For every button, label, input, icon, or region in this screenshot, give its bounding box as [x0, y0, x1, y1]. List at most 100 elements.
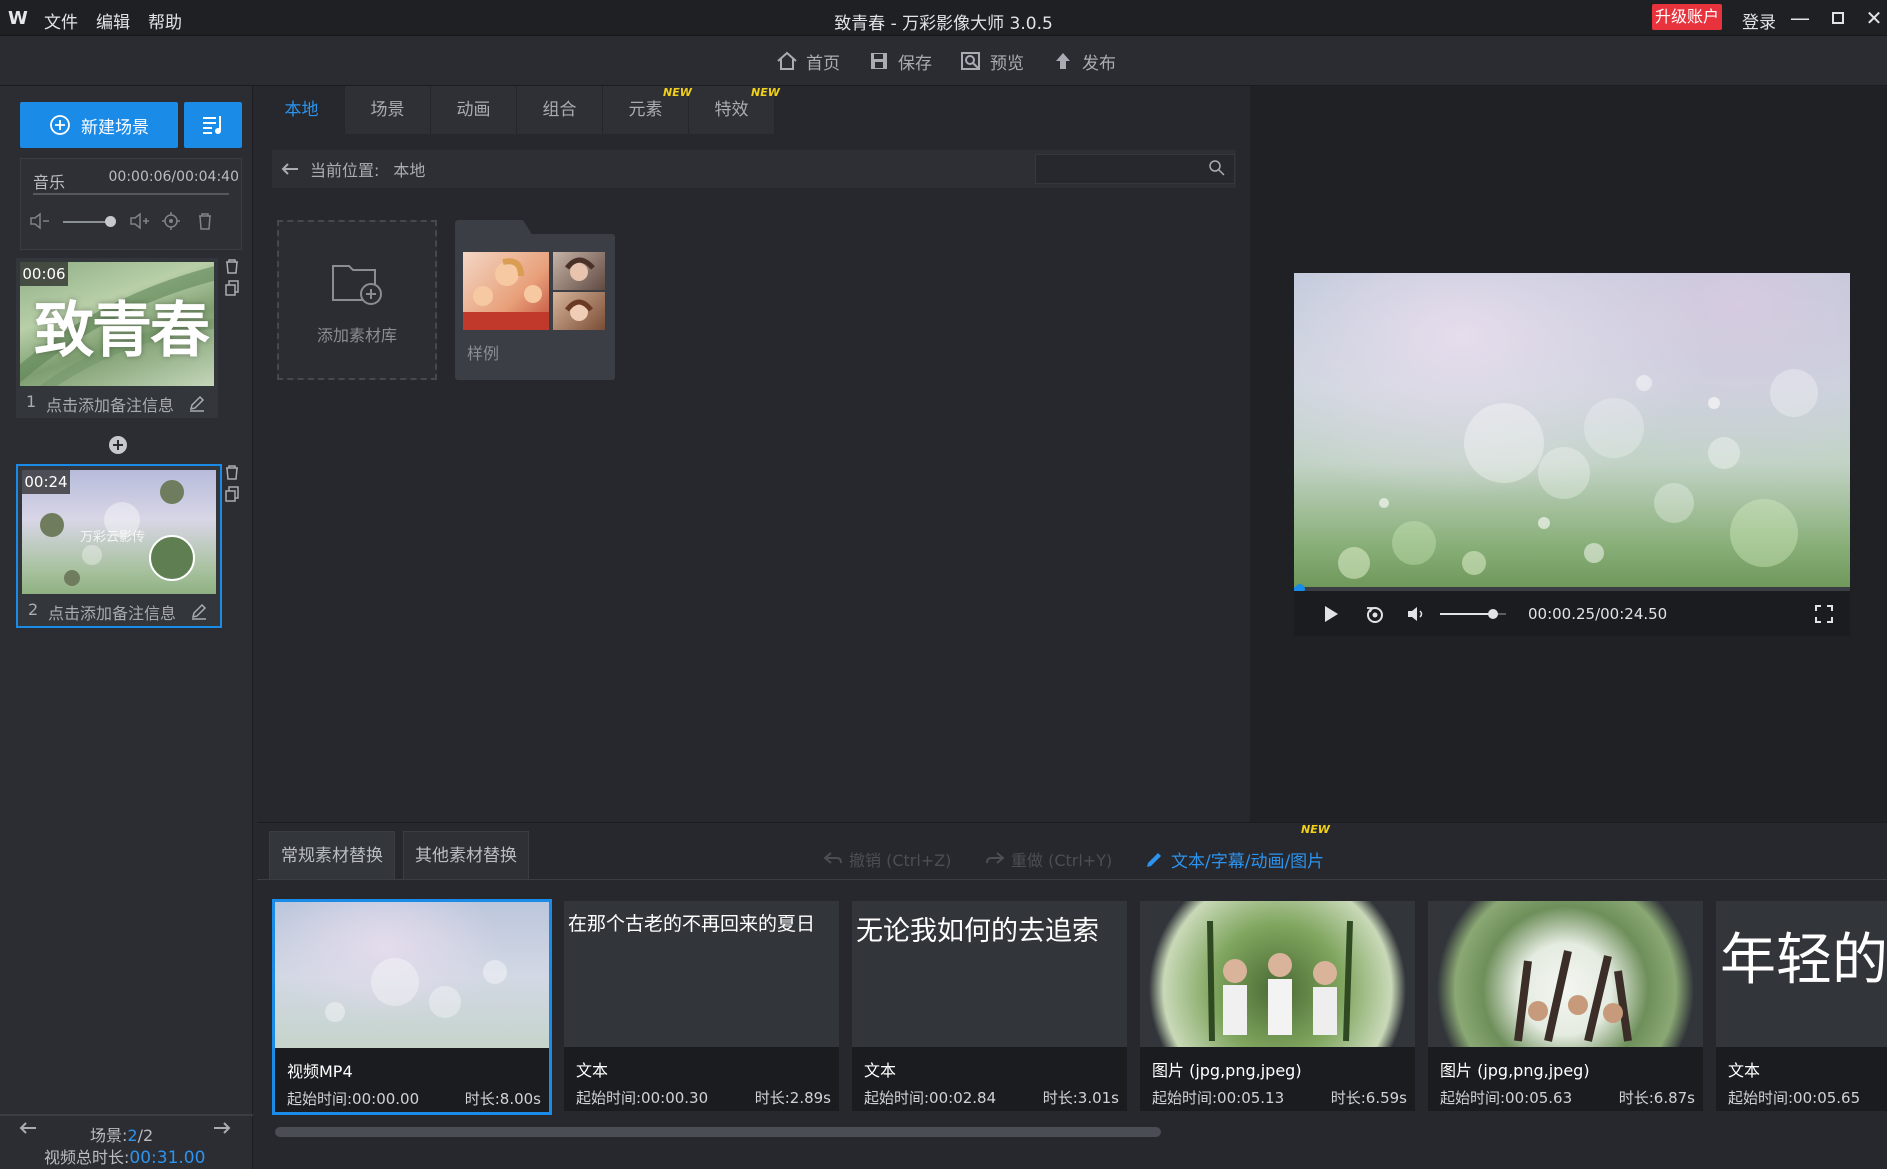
material-start-time: 起始时间:00:00.00: [287, 1090, 420, 1108]
scene-duration-badge: 00:06: [20, 262, 68, 286]
add-scene-icon[interactable]: [108, 435, 128, 455]
scene-counter-total: /2: [137, 1126, 154, 1145]
save-button[interactable]: 保存: [868, 46, 932, 76]
material-type: 文本: [576, 1061, 609, 1080]
scene-counter-label: 场景:: [90, 1126, 128, 1145]
sample-photo-family: [463, 252, 549, 330]
edit-note-icon[interactable]: [190, 602, 208, 620]
volume-slider[interactable]: [1440, 608, 1506, 619]
volume-up-icon[interactable]: [129, 211, 151, 231]
scene-panel: 新建场景 音乐 00:00:06/00:04:40 致青春 00:06 1 点击…: [0, 86, 253, 1169]
copy-scene-icon[interactable]: [224, 486, 240, 502]
undo-button[interactable]: 撤销 (Ctrl+Z): [823, 847, 951, 871]
tab-animation[interactable]: 动画: [431, 86, 517, 134]
total-duration: 视频总时长:00:31.00: [44, 1144, 205, 1168]
pencil-icon: [1147, 852, 1161, 867]
scene-thumb-title: 万彩云影传: [80, 530, 146, 545]
material-item-text[interactable]: 在那个古老的不再回来的夏日 文本 起始时间:00:00.30 时长:2.89s: [564, 901, 839, 1111]
redo-icon: [986, 852, 1005, 864]
material-type: 文本: [864, 1061, 897, 1080]
material-duration: 时长:3.01s: [1042, 1089, 1119, 1107]
volume-slider-handle[interactable]: [105, 216, 116, 227]
divider: [257, 879, 1887, 880]
sample-folder[interactable]: 样例: [455, 220, 615, 380]
tab-local[interactable]: 本地: [259, 86, 345, 134]
material-item-text[interactable]: 年轻的 文本 起始时间:00:05.65: [1716, 901, 1887, 1111]
material-info: 图片 (jpg,png,jpeg) 起始时间:00:05.63 时长:6.87s: [1428, 1047, 1703, 1111]
login-link[interactable]: 登录: [1742, 8, 1776, 33]
back-arrow-icon[interactable]: [280, 161, 300, 177]
upgrade-account-button[interactable]: 升级账户: [1652, 4, 1722, 30]
material-replace-panel: 常规素材替换 其他素材替换 撤销 (Ctrl+Z) 重做 (Ctrl+Y) 文本…: [257, 822, 1887, 1169]
library-panel: 本地 场景 动画 组合 元素 特效 NEW NEW 当前位置: 本地 添加素材库: [257, 86, 1249, 822]
volume-slider-handle[interactable]: [1487, 608, 1498, 619]
new-scene-button[interactable]: 新建场景: [20, 102, 178, 148]
publish-button[interactable]: 发布: [1052, 46, 1116, 76]
scene-index: 1: [26, 392, 37, 411]
video-preview[interactable]: [1294, 273, 1850, 591]
preview-panel: 00:00.25/00:24.50: [1250, 86, 1887, 822]
material-info: 文本 起始时间:00:05.65: [1716, 1047, 1887, 1111]
delete-scene-icon[interactable]: [224, 464, 240, 480]
volume-icon[interactable]: [1406, 604, 1426, 624]
edit-note-icon[interactable]: [188, 394, 206, 412]
scene-card-1[interactable]: 致青春 00:06 1 点击添加备注信息: [16, 258, 218, 418]
scene-note-placeholder[interactable]: 点击添加备注信息: [46, 392, 174, 416]
material-item-image[interactable]: 图片 (jpg,png,jpeg) 起始时间:00:05.13 时长:6.59s: [1140, 901, 1415, 1111]
music-time: 00:00:06/00:04:40: [108, 169, 239, 185]
volume-down-icon[interactable]: [29, 211, 51, 231]
tab-regular-replace[interactable]: 常规素材替换: [269, 831, 395, 879]
material-duration: 时长:2.89s: [754, 1089, 831, 1107]
volume-slider-fill: [1440, 612, 1493, 615]
scene-card-2[interactable]: 万彩云影传 00:24 2 点击添加备注信息: [16, 464, 222, 628]
minimize-icon[interactable]: —: [1786, 4, 1814, 32]
music-list-button[interactable]: [184, 102, 242, 148]
edit-text-animation-link[interactable]: 文本/字幕/动画/图片: [1145, 847, 1324, 872]
prev-scene-arrow-icon[interactable]: [18, 1120, 38, 1136]
material-start-time: 起始时间:00:02.84: [864, 1089, 997, 1107]
tab-other-replace[interactable]: 其他素材替换: [403, 831, 529, 879]
play-icon[interactable]: [1322, 604, 1340, 624]
material-item-text[interactable]: 无论我如何的去追索 文本 起始时间:00:02.84 时长:3.01s: [852, 901, 1127, 1111]
maximize-icon[interactable]: [1824, 4, 1852, 32]
material-start-time: 起始时间:00:05.13: [1152, 1089, 1285, 1107]
material-type: 图片 (jpg,png,jpeg): [1152, 1061, 1302, 1080]
close-icon[interactable]: ✕: [1860, 4, 1887, 32]
new-badge-element: NEW: [663, 86, 692, 99]
material-item-video[interactable]: 视频MP4 起始时间:00:00.00 时长:8.00s: [272, 899, 552, 1115]
scene-counter: 场景:2/2: [90, 1122, 153, 1146]
material-item-image[interactable]: 图片 (jpg,png,jpeg) 起始时间:00:05.63 时长:6.87s: [1428, 901, 1703, 1111]
trash-icon[interactable]: [195, 211, 215, 231]
redo-button[interactable]: 重做 (Ctrl+Y): [985, 847, 1112, 871]
tab-scene[interactable]: 场景: [345, 86, 431, 134]
window-title: 致青春 - 万彩影像大师 3.0.5: [834, 14, 1053, 34]
scene-duration-badge: 00:24: [22, 470, 70, 494]
scene-note-placeholder[interactable]: 点击添加备注信息: [48, 600, 176, 624]
search-icon[interactable]: [1209, 160, 1225, 176]
playback-progress-handle[interactable]: [1294, 584, 1305, 591]
sample-folder-label: 样例: [467, 344, 500, 363]
tab-group[interactable]: 组合: [517, 86, 603, 134]
home-button[interactable]: 首页: [776, 46, 840, 76]
copy-scene-icon[interactable]: [224, 280, 240, 296]
undo-label: 撤销 (Ctrl+Z): [849, 851, 952, 870]
delete-scene-icon[interactable]: [224, 258, 240, 274]
music-progress-bar[interactable]: [33, 193, 229, 195]
material-text-preview: 无论我如何的去追索: [856, 916, 1099, 947]
loop-icon[interactable]: [1364, 604, 1386, 624]
next-scene-arrow-icon[interactable]: [212, 1120, 232, 1136]
new-badge-edit: NEW: [1301, 823, 1330, 836]
divider: [0, 1114, 253, 1116]
home-label: 首页: [806, 53, 840, 74]
gear-icon[interactable]: [161, 211, 181, 231]
add-library-button[interactable]: 添加素材库: [277, 220, 437, 380]
scene-thumb-title: 致青春: [34, 296, 210, 366]
fullscreen-icon[interactable]: [1814, 604, 1834, 624]
music-label: 音乐: [33, 173, 66, 192]
total-duration-value: 00:31.00: [129, 1148, 206, 1168]
search-input[interactable]: [1035, 154, 1235, 184]
material-start-time: 起始时间:00:05.63: [1440, 1089, 1573, 1107]
material-duration: 时长:6.87s: [1618, 1089, 1695, 1107]
preview-button[interactable]: 预览: [960, 46, 1024, 76]
scrollbar-thumb[interactable]: [275, 1127, 1161, 1137]
